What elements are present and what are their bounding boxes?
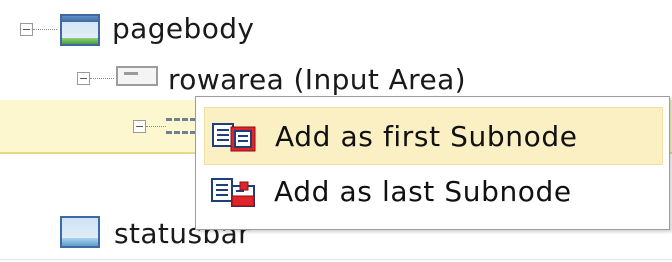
- add-last-subnode-icon: [211, 178, 255, 207]
- window-icon: [60, 14, 100, 46]
- tree-connector: [146, 126, 166, 127]
- add-first-subnode-icon: [212, 123, 256, 152]
- node-label: rowarea (Input Area): [168, 63, 466, 96]
- tree-connector: [90, 78, 114, 79]
- node-label: pagebody: [112, 12, 255, 45]
- tree-connector: [33, 29, 57, 30]
- collapse-toggle-icon[interactable]: [20, 23, 33, 36]
- menu-item-label: Add as last Subnode: [274, 175, 572, 208]
- collapse-toggle-icon[interactable]: [77, 72, 90, 85]
- collapse-toggle-icon[interactable]: [133, 120, 146, 133]
- tree-view: pagebody rowarea (Input Area) statusbar: [0, 0, 672, 262]
- tree-node-pagebody[interactable]: pagebody: [0, 0, 672, 56]
- menu-item-add-first-subnode[interactable]: Add as first Subnode: [204, 107, 663, 165]
- menu-item-add-last-subnode[interactable]: Add as last Subnode: [204, 163, 663, 221]
- dashed-area-icon: [166, 118, 196, 134]
- menu-item-label: Add as first Subnode: [275, 120, 578, 153]
- statusbar-window-icon: [60, 216, 100, 248]
- context-menu: Add as first Subnode Add as last Subnode: [195, 96, 670, 230]
- input-area-icon: [116, 66, 158, 86]
